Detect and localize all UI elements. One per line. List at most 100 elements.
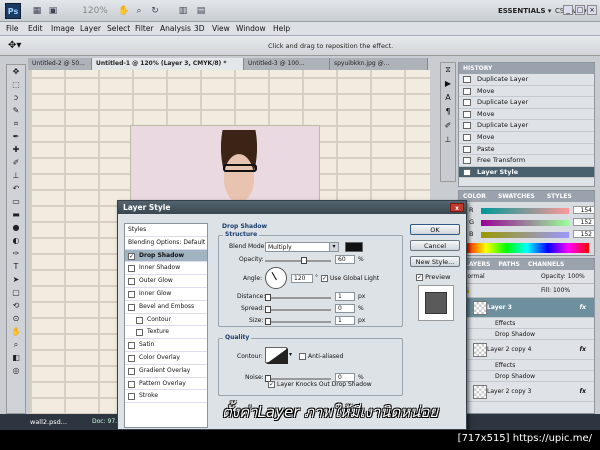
outer-glow-checkbox[interactable] bbox=[128, 278, 135, 286]
dialog-close-button[interactable]: x bbox=[450, 203, 464, 212]
hand-tool-icon[interactable]: ✋ bbox=[7, 325, 25, 338]
tab-channels[interactable]: CHANNELS bbox=[528, 261, 564, 268]
history-brush-tool-icon[interactable]: ↶ bbox=[7, 182, 25, 195]
new-style-button[interactable]: New Style... bbox=[410, 256, 460, 267]
crop-tool-icon[interactable]: ⌗ bbox=[7, 117, 25, 130]
quick-select-tool-icon[interactable]: ✎ bbox=[7, 104, 25, 117]
blending-options-item[interactable]: Blending Options: Default bbox=[125, 237, 207, 250]
drop-shadow-checkbox[interactable]: ✓ bbox=[128, 252, 135, 260]
drop-shadow-effect-row[interactable]: Drop Shadow bbox=[459, 329, 594, 340]
eyedropper-tool-icon[interactable]: ✒ bbox=[7, 130, 25, 143]
size-slider-knob[interactable] bbox=[265, 318, 271, 325]
tab-untitled-2[interactable]: Untitled-2 @ 50... bbox=[28, 58, 92, 70]
use-global-light-checkbox[interactable]: ✓ Use Global Light bbox=[321, 275, 379, 282]
close-icon[interactable]: × bbox=[587, 5, 597, 15]
tab-layers[interactable]: LAYERS bbox=[465, 261, 490, 268]
brush-tool-icon[interactable]: ✐ bbox=[7, 156, 25, 169]
anti-aliased-checkbox[interactable]: Anti-aliased bbox=[299, 353, 343, 360]
history-item[interactable]: Duplicate Layer bbox=[459, 120, 594, 132]
size-input[interactable]: 1 bbox=[335, 316, 355, 325]
fx-icon[interactable]: fx bbox=[580, 298, 586, 318]
menu-window[interactable]: Window bbox=[236, 24, 266, 33]
clone-stamp-tool-icon[interactable]: ⊥ bbox=[7, 169, 25, 182]
history-panel-icon[interactable]: ⧖ bbox=[441, 63, 455, 77]
tab-untitled-3[interactable]: Untitled-3 @ 100... bbox=[244, 58, 330, 70]
rotate-view-icon[interactable]: ↻ bbox=[150, 6, 160, 16]
stroke-checkbox[interactable] bbox=[128, 393, 135, 401]
pattern-overlay-checkbox[interactable] bbox=[128, 380, 135, 388]
history-item[interactable]: Move bbox=[459, 132, 594, 144]
menu-view[interactable]: View bbox=[212, 24, 230, 33]
opacity-slider-knob[interactable] bbox=[301, 257, 307, 264]
opacity-input[interactable]: 60 bbox=[335, 255, 355, 264]
shadow-color-swatch[interactable] bbox=[345, 242, 363, 252]
actions-panel-icon[interactable]: ▶ bbox=[441, 77, 455, 91]
distance-slider-knob[interactable] bbox=[265, 294, 271, 301]
history-item-selected[interactable]: Layer Style bbox=[459, 166, 594, 179]
history-item[interactable]: Move bbox=[459, 109, 594, 121]
mini-bridge-icon[interactable]: ▣ bbox=[48, 6, 58, 16]
texture-item[interactable]: Texture bbox=[125, 326, 207, 340]
gradient-overlay-item[interactable]: Gradient Overlay bbox=[125, 365, 207, 378]
color-swatches-icon[interactable]: ◧ bbox=[7, 351, 25, 364]
minimize-icon[interactable]: _ bbox=[563, 5, 573, 15]
outer-glow-item[interactable]: Outer Glow bbox=[125, 275, 207, 288]
lasso-tool-icon[interactable]: ↄ bbox=[7, 91, 25, 104]
brush-panel-icon[interactable]: ✐ bbox=[441, 119, 455, 133]
pattern-overlay-item[interactable]: Pattern Overlay bbox=[125, 378, 207, 391]
menu-select[interactable]: Select bbox=[107, 24, 130, 33]
maximize-icon[interactable]: □ bbox=[575, 5, 585, 15]
ok-button[interactable]: OK bbox=[410, 224, 460, 235]
3d-rotate-tool-icon[interactable]: ⟲ bbox=[7, 299, 25, 312]
layer-row[interactable]: Layer 2 copy 4 fx bbox=[459, 340, 594, 360]
zoom-level[interactable]: 120% bbox=[80, 6, 110, 16]
green-slider[interactable]: G 152 bbox=[469, 218, 595, 226]
distance-input[interactable]: 1 bbox=[335, 292, 355, 301]
color-overlay-checkbox[interactable] bbox=[128, 354, 135, 362]
drop-shadow-effect-row[interactable]: Drop Shadow bbox=[459, 371, 594, 382]
chevron-down-icon[interactable]: ▾ bbox=[289, 351, 292, 358]
effects-row[interactable]: Effects bbox=[459, 360, 594, 371]
spread-slider-knob[interactable] bbox=[265, 306, 271, 313]
shape-tool-icon[interactable]: ▢ bbox=[7, 286, 25, 299]
preview-checkbox[interactable]: ✓ Preview bbox=[416, 273, 450, 281]
inner-shadow-checkbox[interactable] bbox=[128, 265, 135, 273]
quick-mask-icon[interactable]: ◎ bbox=[7, 364, 25, 377]
fill-field[interactable]: Fill: 100% bbox=[541, 284, 570, 298]
menu-file[interactable]: File bbox=[6, 24, 19, 33]
size-slider[interactable] bbox=[265, 318, 331, 325]
blend-mode-dropdown[interactable]: Multiply ▾ bbox=[265, 242, 339, 252]
gradient-overlay-checkbox[interactable] bbox=[128, 367, 135, 375]
tab-spyuibkkn[interactable]: spyuibkkn.jpg @... bbox=[330, 58, 428, 70]
color-spectrum[interactable] bbox=[465, 243, 589, 253]
noise-slider[interactable] bbox=[265, 375, 331, 382]
opacity-field[interactable]: Opacity: 100% bbox=[541, 270, 585, 284]
workspace-switcher[interactable]: ESSENTIALS ▾ bbox=[498, 7, 551, 15]
menu-edit[interactable]: Edit bbox=[28, 24, 43, 33]
effects-row[interactable]: Effects bbox=[459, 318, 594, 329]
move-tool-icon[interactable]: ✥▾ bbox=[8, 40, 21, 51]
satin-checkbox[interactable] bbox=[128, 342, 135, 350]
history-item[interactable]: Free Transform bbox=[459, 155, 594, 167]
menu-3d[interactable]: 3D bbox=[194, 24, 205, 33]
history-item[interactable]: Duplicate Layer bbox=[459, 74, 594, 86]
bridge-icon[interactable]: ▦ bbox=[32, 6, 42, 16]
texture-checkbox[interactable] bbox=[136, 329, 143, 337]
menu-analysis[interactable]: Analysis bbox=[160, 24, 191, 33]
satin-item[interactable]: Satin bbox=[125, 339, 207, 352]
tab-styles[interactable]: STYLES bbox=[547, 193, 572, 200]
layer-row[interactable]: Layer 2 copy 3 fx bbox=[459, 382, 594, 402]
cancel-button[interactable]: Cancel bbox=[410, 240, 460, 251]
pen-tool-icon[interactable]: ✑ bbox=[7, 247, 25, 260]
contour-item[interactable]: Contour bbox=[125, 314, 207, 327]
red-value[interactable]: 154 bbox=[573, 206, 595, 214]
character-panel-icon[interactable]: A bbox=[441, 91, 455, 105]
history-item[interactable]: Duplicate Layer bbox=[459, 97, 594, 109]
distance-slider[interactable] bbox=[265, 294, 331, 301]
color-overlay-item[interactable]: Color Overlay bbox=[125, 352, 207, 365]
blue-value[interactable]: 152 bbox=[573, 230, 595, 238]
blue-slider[interactable]: B 152 bbox=[469, 230, 595, 238]
opacity-slider[interactable] bbox=[265, 257, 331, 264]
tab-swatches[interactable]: SWATCHES bbox=[498, 193, 535, 200]
stroke-item[interactable]: Stroke bbox=[125, 390, 207, 404]
